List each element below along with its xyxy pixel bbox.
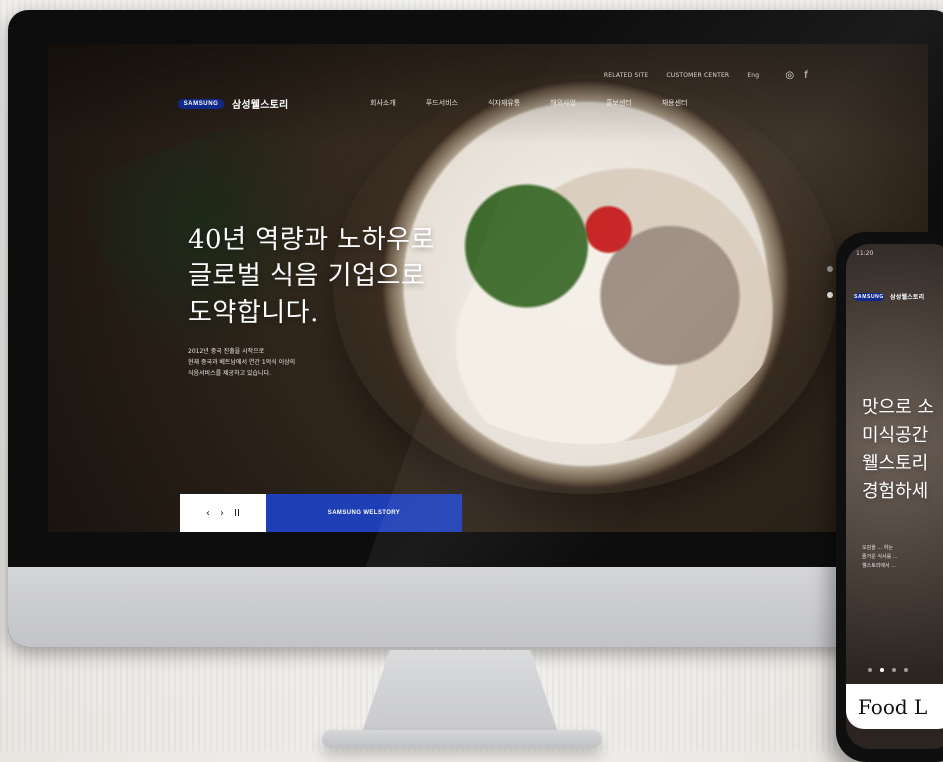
phone-footer-label: Food L (846, 684, 943, 729)
nav-item-company[interactable]: 회사소개 (370, 98, 396, 108)
desktop-monitor: RELATED SITE CUSTOMER CENTER Eng ◎ f SAM… (8, 10, 943, 647)
hero-description-line-3: 식음서비스를 제공하고 있습니다. (188, 370, 271, 377)
phone-hero-line-2: 미식공간 (862, 422, 934, 450)
phone-device: 11:20 SAMSUNG 삼성웰스토리 맛으로 소 미식공간 웰스토리 경험하… (836, 232, 943, 762)
noodle-soup-image (383, 114, 793, 444)
phone-sub-line-3: 웰스토리에서 ... (862, 562, 943, 571)
phone-sub-line-1: 오감을 ... 하는 (862, 544, 943, 553)
top-bar (48, 44, 928, 144)
facebook-icon[interactable]: f (804, 70, 808, 81)
phone-hero-title: 맛으로 소 미식공간 웰스토리 경험하세 (862, 394, 934, 506)
slider-controls: ‹ › II (180, 494, 266, 532)
hero-title-line-1: 40년 역량과 노하우로 (188, 222, 435, 258)
hero: 40년 역량과 노하우로 글로벌 식음 기업으로 도약합니다. 2012년 중국… (188, 222, 435, 380)
brand[interactable]: SAMSUNG 삼성웰스토리 (178, 96, 288, 111)
phone-brand-name: 삼성웰스토리 (890, 292, 924, 301)
phone-hero-description: 오감을 ... 하는 즐거운 식사를 ... 웰스토리에서 ... (862, 544, 943, 571)
vertical-pagination-dot-active[interactable] (827, 292, 833, 298)
next-slide-button[interactable]: › (220, 508, 224, 519)
hero-description: 2012년 중국 진출을 시작으로 현재 중국과 베트남에서 연간 1억식 이상… (188, 347, 398, 379)
hero-title: 40년 역량과 노하우로 글로벌 식음 기업으로 도약합니다. (188, 222, 435, 331)
pause-button[interactable]: II (234, 508, 240, 519)
phone-pagination-dot[interactable] (892, 668, 896, 672)
utility-link-customer-center[interactable]: CUSTOMER CENTER (666, 72, 729, 79)
phone-brand[interactable]: SAMSUNG 삼성웰스토리 (854, 292, 924, 301)
vertical-pagination (827, 266, 833, 298)
nav-item-pr[interactable]: 홍보센터 (606, 98, 632, 108)
nav-item-global[interactable]: 해외사업 (550, 98, 576, 108)
phone-samsung-logo: SAMSUNG (854, 293, 884, 301)
vertical-pagination-dot[interactable] (827, 266, 833, 272)
monitor-stand (360, 650, 560, 738)
monitor-base (322, 730, 602, 748)
prev-slide-button[interactable]: ‹ (206, 508, 210, 519)
main-nav: 회사소개 푸드서비스 식자재유통 해외사업 홍보센터 채용센터 (370, 98, 687, 108)
brand-name: 삼성웰스토리 (232, 96, 288, 111)
nav-item-food-distribution[interactable]: 식자재유통 (488, 98, 520, 108)
phone-hero-line-4: 경험하세 (862, 478, 934, 506)
phone-pagination-dot-active[interactable] (880, 668, 884, 672)
instagram-icon[interactable]: ◎ (785, 70, 794, 81)
samsung-logo: SAMSUNG (178, 99, 224, 109)
utility-link-language[interactable]: Eng (747, 72, 759, 79)
phone-hero-line-3: 웰스토리 (862, 450, 934, 478)
phone-sub-line-2: 즐거운 식사를 ... (862, 553, 943, 562)
desktop-screen: RELATED SITE CUSTOMER CENTER Eng ◎ f SAM… (48, 44, 928, 532)
nav-item-food-service[interactable]: 푸드서비스 (426, 98, 458, 108)
phone-hero-line-1: 맛으로 소 (862, 394, 934, 422)
monitor-chin (8, 567, 943, 647)
phone-pagination-dot[interactable] (868, 668, 872, 672)
cta-button[interactable]: SAMSUNG WELSTORY (266, 494, 462, 532)
nav-item-careers[interactable]: 채용센터 (662, 98, 688, 108)
hero-description-line-2: 현재 중국과 베트남에서 연간 1억식 이상의 (188, 359, 295, 366)
hero-title-line-2: 글로벌 식음 기업으로 (188, 258, 435, 294)
phone-status-time: 11:20 (856, 250, 873, 257)
phone-pagination-dot[interactable] (904, 668, 908, 672)
phone-samsung-logo-text: SAMSUNG (854, 294, 884, 300)
phone-screen: 11:20 SAMSUNG 삼성웰스토리 맛으로 소 미식공간 웰스토리 경험하… (846, 244, 943, 749)
phone-pagination (868, 668, 908, 672)
hero-title-line-3: 도약합니다. (188, 295, 435, 331)
social-icons: ◎ f (785, 70, 808, 81)
utility-link-related-site[interactable]: RELATED SITE (604, 72, 649, 79)
utility-nav: RELATED SITE CUSTOMER CENTER Eng ◎ f (604, 70, 808, 81)
hero-description-line-1: 2012년 중국 진출을 시작으로 (188, 348, 264, 355)
samsung-logo-text: SAMSUNG (184, 101, 219, 107)
